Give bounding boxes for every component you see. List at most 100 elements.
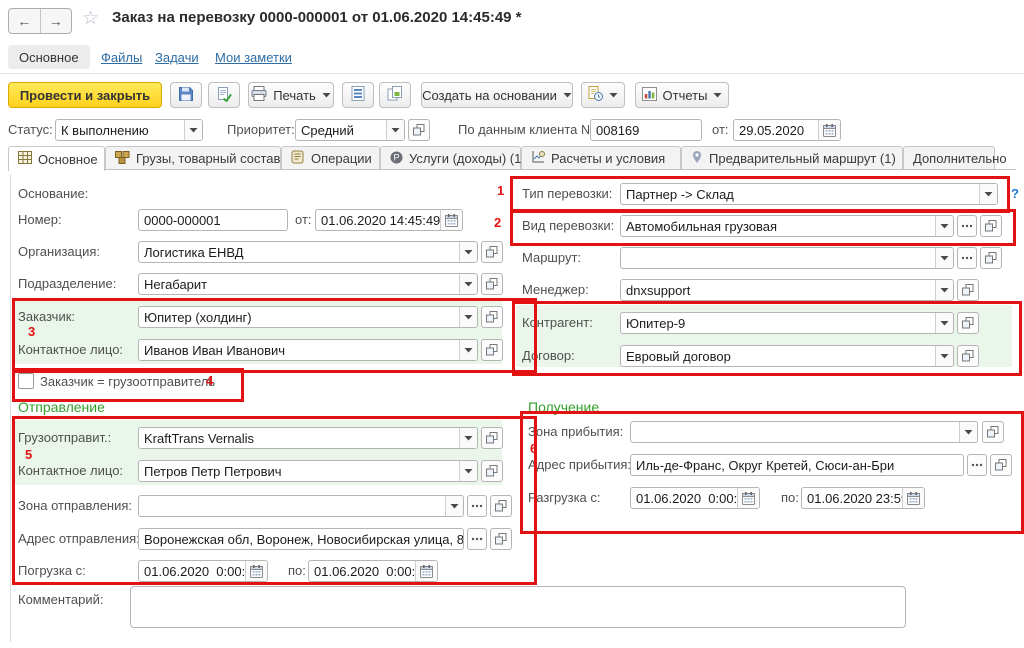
nav-link-notes[interactable]: Мои заметки xyxy=(215,50,292,65)
route-field[interactable] xyxy=(620,247,954,269)
create-based-on-button[interactable]: Создать на основании xyxy=(421,82,573,108)
transport-kind-more-button[interactable] xyxy=(957,215,977,237)
dropdown-icon[interactable] xyxy=(979,184,997,204)
save-button[interactable] xyxy=(170,82,202,108)
dropdown-icon[interactable] xyxy=(459,461,477,481)
open-division-button[interactable] xyxy=(481,273,503,295)
open-customer-contact-button[interactable] xyxy=(481,339,503,361)
dropdown-icon[interactable] xyxy=(935,248,953,268)
contract-field[interactable]: Евровый договор xyxy=(620,345,954,367)
post-document-button[interactable] xyxy=(208,82,240,108)
organization-field[interactable]: Логистика ЕНВД xyxy=(138,241,478,263)
customer-field[interactable]: Юпитер (холдинг) xyxy=(138,306,478,328)
unloading-from-field[interactable]: 01.06.2020 0:00:00 xyxy=(630,487,760,509)
related-documents-button[interactable] xyxy=(379,82,411,108)
open-manager-button[interactable] xyxy=(957,279,979,301)
back-button[interactable]: ← xyxy=(9,9,41,33)
dropdown-icon[interactable] xyxy=(459,307,477,327)
nav-tab-main[interactable]: Основное xyxy=(8,45,90,69)
header-separator xyxy=(0,73,1024,74)
help-question-mark[interactable]: ? xyxy=(1011,186,1019,201)
dropdown-icon[interactable] xyxy=(459,428,477,448)
tab-cargo[interactable]: Грузы, товарный состав (1) xyxy=(105,146,281,170)
tab-preliminary-route[interactable]: Предварительный маршрут (1) xyxy=(681,146,903,170)
customer-equals-shipper-checkbox[interactable] xyxy=(18,373,34,389)
dropdown-icon[interactable] xyxy=(959,422,977,442)
reports-button[interactable]: Отчеты xyxy=(635,82,729,108)
dropdown-icon[interactable] xyxy=(445,496,463,516)
loading-from-field[interactable]: 01.06.2020 0:00:00 xyxy=(138,560,268,582)
dropdown-icon[interactable] xyxy=(459,274,477,294)
shipper-contact-field[interactable]: Петров Петр Петрович xyxy=(138,460,478,482)
status-field[interactable]: К выполнению xyxy=(55,119,203,141)
post-and-close-button[interactable]: Провести и закрыть xyxy=(8,82,162,108)
calendar-icon[interactable] xyxy=(902,488,924,508)
tab-operations[interactable]: Операции xyxy=(281,146,380,170)
customer-contact-field[interactable]: Иванов Иван Иванович xyxy=(138,339,478,361)
dropdown-icon[interactable] xyxy=(935,313,953,333)
open-shipper-contact-button[interactable] xyxy=(481,460,503,482)
calendar-icon[interactable] xyxy=(245,561,267,581)
shipper-field[interactable]: KraftTrans Vernalis xyxy=(138,427,478,449)
open-departure-zone-button[interactable] xyxy=(490,495,512,517)
departure-address-field[interactable]: Воронежская обл, Воронеж, Новосибирская … xyxy=(138,528,464,550)
tab-calculations[interactable]: Расчеты и условия xyxy=(521,146,681,170)
open-priority-button[interactable] xyxy=(408,119,430,141)
departure-address-more-button[interactable] xyxy=(467,528,487,550)
tab-additional[interactable]: Дополнительно xyxy=(903,146,995,170)
route-more-button[interactable] xyxy=(957,247,977,269)
dropdown-icon[interactable] xyxy=(386,120,404,140)
comment-input[interactable] xyxy=(130,586,906,628)
svg-text:Р: Р xyxy=(393,152,399,162)
doc-date-field[interactable]: 01.06.2020 14:45:49 xyxy=(315,209,463,231)
open-shipper-button[interactable] xyxy=(481,427,503,449)
create-task-button[interactable] xyxy=(581,82,625,108)
favorite-star-icon[interactable]: ☆ xyxy=(82,7,99,30)
number-field[interactable]: 0000-000001 xyxy=(138,209,288,231)
open-route-button[interactable] xyxy=(980,247,1002,269)
counterparty-field[interactable]: Юпитер-9 xyxy=(620,312,954,334)
open-departure-address-button[interactable] xyxy=(490,528,512,550)
dropdown-icon[interactable] xyxy=(184,120,202,140)
dropdown-icon[interactable] xyxy=(459,242,477,262)
dropdown-icon[interactable] xyxy=(935,280,953,300)
chevron-down-icon xyxy=(713,92,722,98)
nav-link-tasks[interactable]: Задачи xyxy=(155,50,199,65)
arrival-address-more-button[interactable] xyxy=(967,454,987,476)
open-arrival-address-button[interactable] xyxy=(990,454,1012,476)
subordination-structure-button[interactable] xyxy=(342,82,374,108)
priority-field[interactable]: Средний xyxy=(295,119,405,141)
client-date-field[interactable]: 29.05.2020 xyxy=(733,119,841,141)
open-contract-button[interactable] xyxy=(957,345,979,367)
dropdown-icon[interactable] xyxy=(935,346,953,366)
open-organization-button[interactable] xyxy=(481,241,503,263)
calendar-icon[interactable] xyxy=(415,561,437,581)
transport-type-field[interactable]: Партнер -> Склад xyxy=(620,183,998,205)
nav-link-files[interactable]: Файлы xyxy=(101,50,142,65)
calendar-icon[interactable] xyxy=(818,120,840,140)
dropdown-icon[interactable] xyxy=(935,216,953,236)
open-arrival-zone-button[interactable] xyxy=(982,421,1004,443)
tab-main[interactable]: Основное xyxy=(8,146,105,171)
calendar-icon[interactable] xyxy=(440,210,462,230)
forward-button[interactable]: → xyxy=(41,9,72,33)
transport-kind-field[interactable]: Автомобильная грузовая xyxy=(620,215,954,237)
manager-field[interactable]: dnxsupport xyxy=(620,279,954,301)
counterparty-label: Контрагент: xyxy=(522,315,593,330)
calendar-icon[interactable] xyxy=(737,488,759,508)
open-counterparty-button[interactable] xyxy=(957,312,979,334)
division-field[interactable]: Негабарит xyxy=(138,273,478,295)
loading-to-field[interactable]: 01.06.2020 0:00:00 xyxy=(308,560,438,582)
print-button[interactable]: Печать xyxy=(248,82,334,108)
arrival-address-field[interactable]: Иль-де-Франс, Округ Кретей, Сюси-ан-Бри xyxy=(630,454,964,476)
tab-services[interactable]: Р Услуги (доходы) (1) xyxy=(380,146,521,170)
unloading-to-field[interactable]: 01.06.2020 23:59:59 xyxy=(801,487,925,509)
manager-label: Менеджер: xyxy=(522,282,589,297)
arrival-zone-field[interactable] xyxy=(630,421,978,443)
departure-zone-field[interactable] xyxy=(138,495,464,517)
client-number-field[interactable]: 008169 xyxy=(590,119,702,141)
open-customer-button[interactable] xyxy=(481,306,503,328)
departure-zone-more-button[interactable] xyxy=(467,495,487,517)
open-transport-kind-button[interactable] xyxy=(980,215,1002,237)
dropdown-icon[interactable] xyxy=(459,340,477,360)
